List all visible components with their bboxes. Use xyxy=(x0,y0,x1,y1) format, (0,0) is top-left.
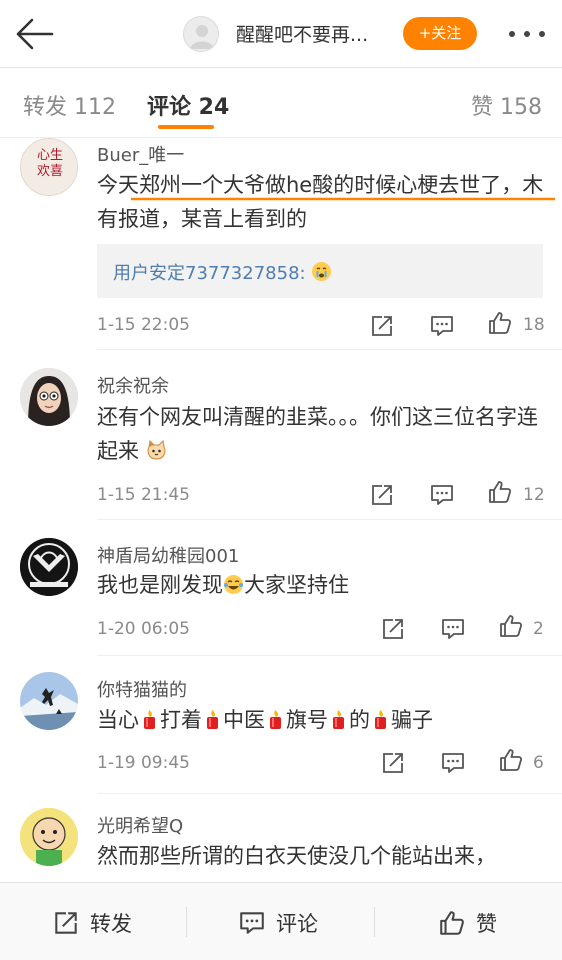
comment-username[interactable]: 光明希望Q xyxy=(97,812,183,838)
repost-icon xyxy=(55,912,77,934)
comment-username[interactable]: 神盾局幼稚园001 xyxy=(97,542,239,568)
candle-emoji-icon xyxy=(270,710,281,729)
tab-comment[interactable]: 评论 24 xyxy=(147,89,229,121)
candle-emoji-icon xyxy=(207,710,218,729)
more-dots-icon xyxy=(509,31,545,37)
comment-label: 评论 xyxy=(276,912,318,936)
avatar-logo-text: 心生 欢喜 xyxy=(36,148,63,179)
avatar[interactable] xyxy=(20,368,78,426)
reply-text: 用户安定7377327858: xyxy=(113,259,332,285)
avatar[interactable] xyxy=(20,672,78,730)
comment-item: 你特猫猫的 当心 打着 中医 旗号的骗子 1-19 09:45 6 xyxy=(0,656,562,794)
repost-label: 转发 xyxy=(90,912,132,936)
comment-icon xyxy=(240,912,264,934)
comment-text: 我也是刚发现 大家坚持住 xyxy=(97,573,349,597)
crying-emoji-icon xyxy=(312,262,332,281)
shield-logo-avatar-image xyxy=(20,538,78,596)
comment-item: 祝余祝余 还有个网友叫清醒的韭菜。。。你们这三位名字连起来 1-15 21:45… xyxy=(0,350,562,520)
cat-emoji-icon xyxy=(147,440,166,460)
like-icon xyxy=(440,911,464,935)
repost-icon[interactable] xyxy=(369,313,395,339)
candle-emoji-icon xyxy=(375,710,386,729)
laughing-tears-emoji-icon xyxy=(224,575,243,594)
comment-time: 1-19 09:45 xyxy=(97,753,190,773)
comment-icon[interactable] xyxy=(440,750,466,776)
back-arrow-icon xyxy=(16,18,54,50)
like-count: 6 xyxy=(533,753,544,773)
landscape-avatar-image xyxy=(20,672,78,730)
repost-icon[interactable] xyxy=(380,750,406,776)
top-navigation-bar: 醒醒吧不要再... +关注 xyxy=(0,0,562,68)
tab-like[interactable]: 赞 158 xyxy=(471,89,542,121)
post-title: 醒醒吧不要再... xyxy=(236,24,369,46)
like-icon[interactable] xyxy=(487,479,513,505)
comment-button[interactable]: 评论 xyxy=(238,907,328,937)
active-tab-indicator xyxy=(158,125,214,129)
repost-icon[interactable] xyxy=(380,616,406,642)
comment-icon[interactable] xyxy=(429,482,455,508)
comment-username[interactable]: 祝余祝余 xyxy=(97,372,169,398)
author-avatar[interactable] xyxy=(183,16,219,52)
cartoon-avatar-image xyxy=(20,808,78,866)
avatar[interactable] xyxy=(20,808,78,866)
tab-bar: 转发 112 评论 24 赞 158 xyxy=(0,68,562,138)
like-button[interactable]: 赞 xyxy=(438,907,508,937)
comment-item: 神盾局幼稚园001 我也是刚发现 大家坚持住 1-20 06:05 2 xyxy=(0,520,562,656)
like-icon[interactable] xyxy=(498,747,524,773)
comment-time: 1-20 06:05 xyxy=(97,619,190,639)
divider xyxy=(374,907,375,937)
avatar[interactable]: 心生 欢喜 xyxy=(20,138,78,196)
follow-button[interactable]: +关注 xyxy=(403,17,477,50)
bottom-action-bar: 转发 评论 赞 xyxy=(0,882,562,960)
like-label: 赞 xyxy=(476,912,497,936)
comment-icon[interactable] xyxy=(429,313,455,339)
comment-time: 1-15 21:45 xyxy=(97,485,190,505)
comment-item: 心生 欢喜 Buer_唯一 今天郑州一个大爷做he酸的时候心梗去世了，木有报道，某… xyxy=(0,138,562,350)
comment-text: 当心 打着 中医 旗号的骗子 xyxy=(97,708,433,732)
underline-annotation xyxy=(131,197,555,201)
like-count: 2 xyxy=(533,619,544,639)
candle-emoji-icon xyxy=(144,710,155,729)
comment-username[interactable]: Buer_唯一 xyxy=(97,141,184,167)
portrait-avatar-image xyxy=(20,368,78,426)
like-count: 12 xyxy=(523,485,545,505)
reply-preview[interactable]: 用户安定7377327858: xyxy=(97,244,543,298)
comment-text: 今天郑州一个大爷做he酸的时候心梗去世了，木有报道，某音上看到的 xyxy=(97,173,544,231)
tab-repost[interactable]: 转发 112 xyxy=(23,89,116,121)
like-icon[interactable] xyxy=(498,613,524,639)
back-button[interactable] xyxy=(12,14,56,54)
comment-text: 然而那些所谓的白衣天使没几个能站出来， xyxy=(97,844,496,868)
repost-icon[interactable] xyxy=(369,482,395,508)
like-icon[interactable] xyxy=(487,310,513,336)
more-button[interactable] xyxy=(506,22,548,46)
comment-username[interactable]: 你特猫猫的 xyxy=(97,676,187,702)
default-user-icon xyxy=(190,25,214,49)
comment-time: 1-15 22:05 xyxy=(97,315,190,335)
comment-text: 还有个网友叫清醒的韭菜。。。你们这三位名字连起来 xyxy=(97,405,538,463)
comment-icon[interactable] xyxy=(440,616,466,642)
comment-item: 光明希望Q 然而那些所谓的白衣天使没几个能站出来， xyxy=(0,794,562,882)
avatar[interactable] xyxy=(20,538,78,596)
repost-button[interactable]: 转发 xyxy=(52,907,142,937)
candle-emoji-icon xyxy=(333,710,344,729)
like-count: 18 xyxy=(523,315,545,335)
divider xyxy=(186,907,187,937)
